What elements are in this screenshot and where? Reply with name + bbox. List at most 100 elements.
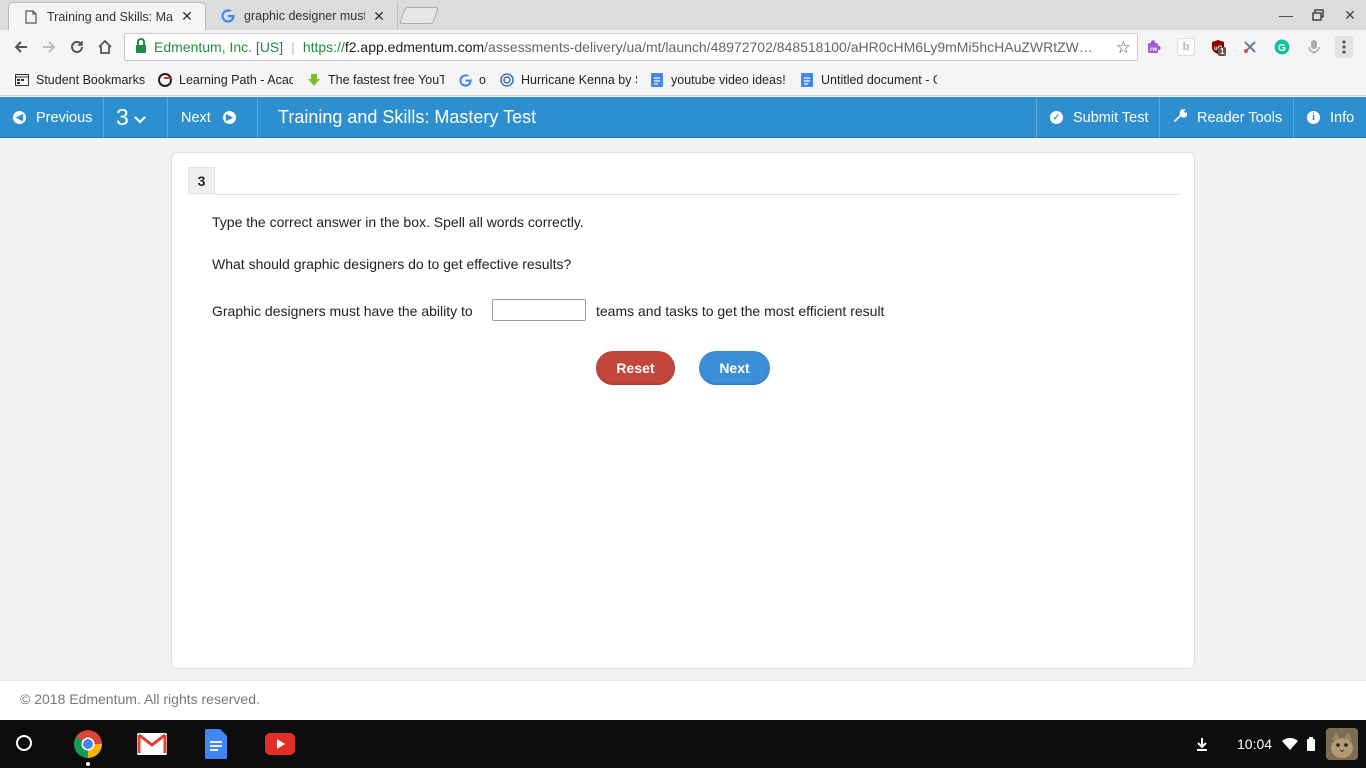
sentence-after-blank: teams and tasks to get the most efficien…	[596, 303, 885, 319]
chrome-icon[interactable]	[72, 728, 104, 766]
question-number: 3	[188, 167, 215, 194]
reader-tools-label: Reader Tools	[1197, 109, 1283, 126]
chrome-menu-icon[interactable]	[1335, 36, 1353, 58]
browser-toolbar: Edmentum, Inc. [US] | https:// f2.app.ed…	[0, 30, 1366, 64]
info-button[interactable]: i Info	[1293, 97, 1366, 138]
info-label: Info	[1330, 109, 1355, 126]
tab-training-and-skills[interactable]: Training and Skills: Mast ✕	[8, 2, 206, 30]
close-tab-icon[interactable]: ✕	[371, 8, 387, 25]
tab-graphic-designer[interactable]: graphic designer must h ✕	[206, 2, 398, 30]
scissors-extension-icon[interactable]	[1241, 38, 1259, 56]
next-label: Next	[181, 109, 211, 126]
bookmark-label: youtube video ideas!	[671, 73, 786, 87]
grammarly-icon[interactable]: G	[1273, 38, 1291, 56]
download-icon[interactable]	[1196, 720, 1208, 768]
next-header-button[interactable]: Next ▶	[168, 97, 258, 138]
close-window-icon[interactable]: ✕	[1334, 0, 1366, 30]
question-card: 3 Type the correct answer in the box. Sp…	[171, 152, 1195, 669]
bookmark-label: Student Bookmarks	[36, 73, 146, 87]
user-avatar[interactable]	[1326, 728, 1358, 760]
url-host: f2.app.edmentum.com	[344, 39, 485, 55]
google-icon	[457, 72, 473, 88]
submit-test-button[interactable]: ✓ Submit Test	[1036, 97, 1159, 138]
reset-button[interactable]: Reset	[596, 351, 675, 385]
reload-icon[interactable]	[64, 34, 90, 60]
lock-icon	[136, 37, 146, 53]
os-shelf: 10:04	[0, 720, 1366, 768]
sentence-before-blank: Graphic designers must have the ability …	[212, 303, 473, 319]
next-button[interactable]: Next	[699, 351, 770, 385]
page-title: Training and Skills: Mastery Test	[278, 107, 537, 127]
maximize-icon[interactable]	[1302, 0, 1334, 30]
close-tab-icon[interactable]: ✕	[179, 8, 195, 25]
tab-title: Training and Skills: Mast	[47, 9, 173, 24]
globe-icon	[499, 72, 515, 88]
bookmarks-bar: Student Bookmarks Learning Path - Acad T…	[0, 64, 1366, 96]
battery-icon[interactable]	[1307, 720, 1315, 768]
home-icon[interactable]	[92, 34, 118, 60]
minimize-icon[interactable]: —	[1270, 0, 1302, 30]
bookmark-google-o[interactable]: o	[457, 71, 493, 89]
bookmark-fastest-free-youtube[interactable]: The fastest free YouT	[306, 71, 444, 89]
doc-icon	[799, 72, 815, 88]
svg-text:rw: rw	[1150, 47, 1157, 53]
page-icon	[23, 9, 39, 25]
site-identity[interactable]: Edmentum, Inc. [US]	[154, 39, 283, 55]
chevron-down-icon	[134, 112, 146, 128]
check-circle-icon: ✓	[1050, 111, 1063, 124]
question-selector-value: 3	[116, 104, 129, 130]
info-icon: i	[1307, 111, 1320, 124]
bookmark-star-icon[interactable]: ☆	[1111, 38, 1131, 58]
previous-button[interactable]: ◀ Previous	[0, 97, 104, 138]
ublock-icon[interactable]: uO 1	[1209, 38, 1227, 56]
wrench-icon	[1173, 108, 1188, 127]
edmentum-icon	[157, 72, 173, 88]
question-instruction: Type the correct answer in the box. Spel…	[212, 214, 584, 230]
apps-grid-icon	[14, 72, 30, 88]
previous-arrow-icon: ◀	[13, 111, 26, 124]
bookmark-label: The fastest free YouT	[328, 73, 444, 87]
wifi-icon[interactable]	[1282, 720, 1298, 768]
running-indicator	[86, 762, 90, 766]
forward-icon[interactable]	[36, 34, 62, 60]
bookmark-student-bookmarks[interactable]: Student Bookmarks	[14, 71, 148, 89]
url-separator: |	[291, 39, 295, 55]
puzzle-extension-icon[interactable]: rw	[1145, 38, 1163, 56]
submit-test-label: Submit Test	[1073, 109, 1149, 126]
bookmark-label: o	[479, 73, 486, 87]
launcher-icon[interactable]	[16, 735, 32, 751]
tab-title: graphic designer must h	[244, 9, 365, 23]
bookmark-hurricane-kenna[interactable]: Hurricane Kenna by S	[499, 71, 637, 89]
copyright-text: © 2018 Edmentum. All rights reserved.	[20, 691, 260, 707]
docs-icon[interactable]	[200, 728, 232, 760]
microphone-icon[interactable]	[1305, 38, 1323, 56]
browser-tabstrip: Training and Skills: Mast ✕ graphic desi…	[0, 0, 1366, 30]
bookmark-learning-path[interactable]: Learning Path - Acad	[157, 71, 293, 89]
youtube-icon[interactable]	[264, 728, 296, 760]
bookmark-label: Hurricane Kenna by S	[521, 73, 637, 87]
clock[interactable]: 10:04	[1237, 720, 1272, 768]
question-divider	[215, 194, 1179, 195]
bookmark-youtube-video-ideas[interactable]: youtube video ideas!	[649, 71, 787, 89]
url-scheme: https://	[302, 39, 345, 55]
bookmark-untitled-document[interactable]: Untitled document - G	[799, 71, 937, 89]
address-bar[interactable]: Edmentum, Inc. [US] | https:// f2.app.ed…	[124, 33, 1138, 61]
bookmark-label: Learning Path - Acad	[179, 73, 293, 87]
back-icon[interactable]	[8, 34, 34, 60]
next-arrow-icon: ▶	[222, 111, 236, 124]
bookmark-label: Untitled document - G	[821, 73, 937, 87]
google-icon	[220, 8, 236, 24]
new-tab-button[interactable]	[398, 7, 440, 24]
download-arrow-icon	[306, 72, 322, 88]
reader-tools-button[interactable]: Reader Tools	[1159, 97, 1293, 138]
svg-text:G: G	[1278, 43, 1286, 54]
question-selector[interactable]: 3	[104, 97, 168, 138]
extension-badge: 1	[1218, 47, 1227, 56]
gmail-icon[interactable]	[136, 728, 168, 760]
url-path: /assessments-delivery/ua/mt/launch/48972…	[484, 39, 1093, 55]
answer-input[interactable]	[492, 299, 586, 321]
page-footer: © 2018 Edmentum. All rights reserved.	[0, 680, 1366, 720]
b-extension-icon[interactable]: b	[1177, 38, 1195, 56]
previous-label: Previous	[36, 109, 93, 126]
doc-icon	[649, 72, 665, 88]
